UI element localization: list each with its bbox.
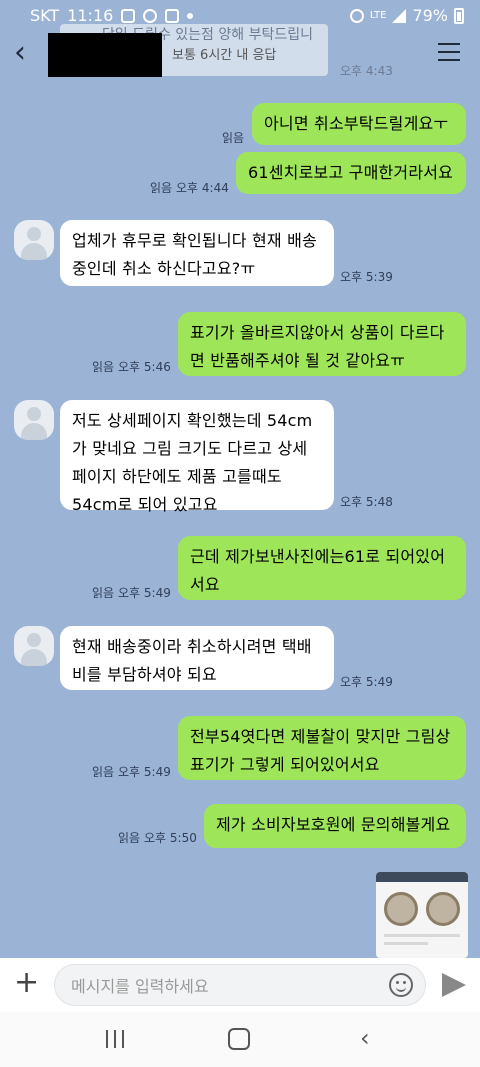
message-bubble[interactable]: 현재 배송중이라 취소하시려면 택배비를 부담하셔야 되요 bbox=[60, 626, 334, 690]
message-bubble[interactable]: 아니면 취소부탁드릴게요ㅜ bbox=[252, 103, 466, 145]
message-time: 오후 4:44 bbox=[176, 181, 229, 195]
clock: 11:16 bbox=[67, 6, 114, 25]
home-icon[interactable] bbox=[228, 1028, 250, 1050]
more-notifications-icon bbox=[187, 12, 194, 19]
read-status: 읽음 bbox=[92, 586, 115, 600]
image-message-thumbnail[interactable] bbox=[376, 872, 468, 958]
network-label: LTE bbox=[369, 10, 387, 21]
faded-time: 오후 4:43 bbox=[340, 64, 393, 78]
message-bubble[interactable]: 저도 상세페이지 확인했는데 54cm가 맞네요 그림 크기도 다르고 상세페이… bbox=[60, 400, 334, 514]
message-bubble[interactable]: 61센치로보고 구매한거라서요 bbox=[236, 152, 466, 194]
carrier-label: SKT bbox=[30, 6, 60, 25]
message-field[interactable] bbox=[54, 964, 426, 1006]
app-notification-icon bbox=[165, 8, 180, 23]
message-time: 오후 5:49 bbox=[118, 765, 171, 779]
recent-apps-icon[interactable] bbox=[106, 1030, 124, 1048]
plus-icon[interactable]: + bbox=[14, 968, 39, 998]
message-bubble[interactable]: 전부54엿다면 제불찰이 맞지만 그림상표기가 그렇게 되어있어서요 bbox=[178, 716, 466, 780]
message-time: 오후 5:49 bbox=[118, 586, 171, 600]
system-nav-bar: ‹ bbox=[0, 1012, 480, 1067]
message-bubble[interactable]: 표기가 올바르지않아서 상품이 다르다면 반품해주셔야 될 것 같아요ㅠ bbox=[178, 312, 466, 376]
message-bubble[interactable]: 업체가 휴무로 확인됩니다 현재 배송 중인데 취소 하신다고요?ㅠ bbox=[60, 220, 334, 286]
signal-icon bbox=[392, 8, 407, 23]
avatar[interactable] bbox=[14, 400, 54, 440]
emoji-icon[interactable] bbox=[389, 973, 413, 997]
message-time: 오후 5:48 bbox=[340, 495, 393, 509]
message-bubble[interactable]: 제가 소비자보호원에 문의해볼게요 bbox=[204, 804, 466, 848]
read-status: 읽음 bbox=[118, 831, 141, 845]
read-status: 읽음 bbox=[222, 131, 245, 145]
message-time: 오후 5:46 bbox=[118, 360, 171, 374]
message-input[interactable] bbox=[69, 971, 373, 1001]
response-time: 보통 6시간 내 응답 bbox=[172, 48, 277, 63]
redacted-chat-name bbox=[48, 33, 162, 77]
battery-icon bbox=[454, 7, 464, 24]
message-time: 오후 5:49 bbox=[340, 675, 393, 689]
gallery-notification-icon bbox=[121, 8, 136, 23]
read-status: 읽음 bbox=[150, 181, 173, 195]
avatar[interactable] bbox=[14, 220, 54, 260]
chat-header: 당일 드릴수 있는점 양해 부탁드립니 보통 6시간 내 응답 오후 4:43 … bbox=[0, 24, 480, 80]
talk-notification-icon bbox=[143, 8, 158, 23]
message-time: 오후 5:50 bbox=[144, 831, 197, 845]
menu-icon[interactable] bbox=[438, 43, 460, 67]
message-time: 오후 5:39 bbox=[340, 270, 393, 284]
battery-percent: 79% bbox=[412, 6, 448, 25]
system-back-icon[interactable]: ‹ bbox=[360, 1026, 370, 1050]
message-input-bar: + bbox=[0, 958, 480, 1012]
read-status: 읽음 bbox=[92, 360, 115, 374]
alarm-icon bbox=[349, 8, 364, 23]
back-arrow-icon[interactable]: ‹ bbox=[14, 38, 26, 68]
read-status: 읽음 bbox=[92, 765, 115, 779]
send-icon[interactable] bbox=[442, 973, 466, 997]
avatar[interactable] bbox=[14, 626, 54, 666]
message-bubble[interactable]: 근데 제가보낸사진에는61로 되어있어서요 bbox=[178, 536, 466, 600]
